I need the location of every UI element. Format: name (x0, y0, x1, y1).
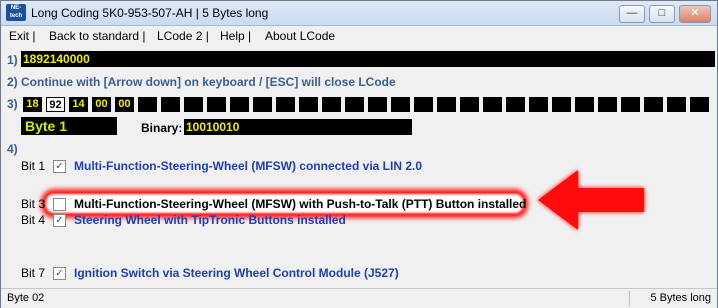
empty-byte-cell (161, 97, 180, 112)
status-divider (629, 291, 630, 306)
binary-label: Binary: (141, 121, 183, 135)
empty-byte-cell (621, 97, 640, 112)
bit-3-checkbox[interactable] (53, 198, 66, 211)
byte-cell-3[interactable]: 00 (92, 97, 111, 112)
byte-cell-4[interactable]: 00 (115, 97, 134, 112)
title-bar[interactable]: NE-tech Long Coding 5K0-953-507-AH | 5 B… (1, 1, 717, 26)
empty-byte-cell (253, 97, 272, 112)
checkmark-icon: ✓ (55, 161, 64, 172)
menu-back-to-standard[interactable]: Back to standard | (49, 29, 146, 43)
bit-7-checkbox[interactable]: ✓ (53, 267, 66, 280)
empty-byte-cell (184, 97, 203, 112)
empty-byte-cell (483, 97, 502, 112)
checkmark-icon: ✓ (55, 268, 64, 279)
bit-3-description: Multi-Function-Steering-Wheel (MFSW) wit… (74, 197, 527, 211)
bit-1-label: Bit 1 (21, 159, 46, 173)
step-3-label: 3) (7, 97, 18, 111)
logo-text: NE-tech (9, 5, 23, 19)
coding-value-text: 1892140000 (23, 52, 90, 66)
bit-3-label: Bit 3 (21, 197, 46, 211)
empty-byte-cell (552, 97, 571, 112)
empty-byte-cell (299, 97, 318, 112)
checkmark-icon: ✓ (55, 215, 64, 226)
empty-byte-cell (529, 97, 548, 112)
bit-4-description: Steering Wheel with TipTronic Buttons in… (74, 213, 346, 227)
empty-byte-cell (345, 97, 364, 112)
empty-byte-cell (138, 97, 157, 112)
binary-value-field: 10010010 (184, 119, 412, 135)
empty-byte-cell (391, 97, 410, 112)
empty-byte-cell (230, 97, 249, 112)
bit-7-description: Ignition Switch via Steering Wheel Contr… (74, 266, 399, 280)
maximize-button[interactable]: □ (649, 5, 675, 23)
coding-value-field[interactable]: 1892140000 (21, 51, 715, 67)
step-2-instruction: 2) Continue with [Arrow down] on keyboar… (7, 75, 396, 89)
byte-cell-1-selected[interactable]: 92 (46, 97, 65, 112)
bit-7-label: Bit 7 (21, 266, 46, 280)
empty-byte-cell (207, 97, 226, 112)
binary-value-text: 10010010 (186, 120, 240, 134)
menu-lcode-2[interactable]: LCode 2 | (157, 29, 209, 43)
empty-byte-cell (690, 97, 709, 112)
bit-1-checkbox[interactable]: ✓ (53, 160, 66, 173)
step-4-label: 4) (7, 142, 18, 156)
empty-byte-cell (575, 97, 594, 112)
byte-number-field: Byte 1 (21, 117, 117, 135)
status-length: 5 Bytes long (650, 292, 711, 304)
empty-byte-cell (322, 97, 341, 112)
red-arrow-annotation (538, 170, 644, 230)
empty-byte-cell (667, 97, 686, 112)
menu-about-lcode[interactable]: About LCode (265, 29, 335, 43)
status-bar: Byte 02 5 Bytes long (1, 288, 717, 308)
empty-byte-cell (276, 97, 295, 112)
byte-number-text: Byte 1 (25, 118, 68, 134)
bit-1-description: Multi-Function-Steering-Wheel (MFSW) con… (74, 159, 423, 173)
menu-exit[interactable]: Exit | (9, 29, 35, 43)
empty-byte-cell (506, 97, 525, 112)
lcode-window: NE-tech Long Coding 5K0-953-507-AH | 5 B… (0, 0, 718, 308)
empty-byte-cell (437, 97, 456, 112)
empty-byte-cell (644, 97, 663, 112)
step-1-label: 1) (7, 53, 18, 67)
close-button[interactable]: ✕ (679, 5, 711, 23)
byte-cell-0[interactable]: 18 (23, 97, 42, 112)
empty-byte-cell (460, 97, 479, 112)
bit-4-checkbox[interactable]: ✓ (53, 214, 66, 227)
app-logo-icon: NE-tech (6, 4, 26, 21)
minimize-button[interactable]: — (619, 5, 645, 23)
empty-byte-cell (598, 97, 617, 112)
status-byte: Byte 02 (7, 292, 45, 304)
bit-4-label: Bit 4 (21, 213, 46, 227)
empty-byte-cell (414, 97, 433, 112)
menu-help[interactable]: Help | (220, 29, 251, 43)
byte-cell-2[interactable]: 14 (69, 97, 88, 112)
menu-bar: Exit | Back to standard | LCode 2 | Help… (1, 26, 717, 46)
empty-byte-cell (368, 97, 387, 112)
window-title: Long Coding 5K0-953-507-AH | 5 Bytes lon… (31, 6, 269, 20)
